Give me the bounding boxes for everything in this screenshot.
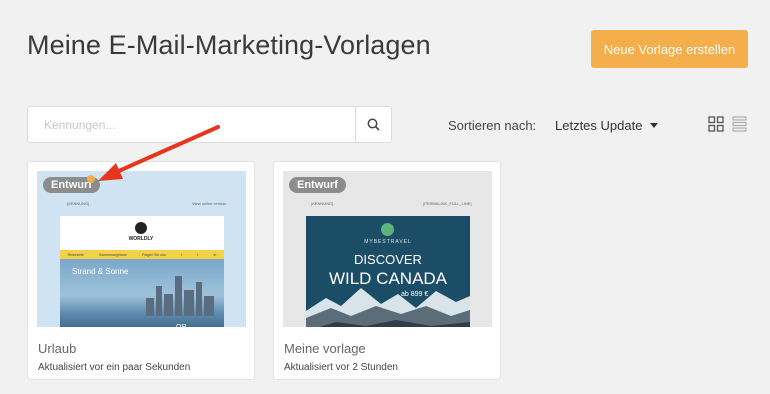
new-template-button[interactable]: Neue Vorlage erstellen [591,30,748,68]
thumb-top-left: [KENNUNG] [311,201,334,206]
hero-headline: Strand & Sonne [72,267,129,276]
hero-subheadline: WILD CANADA [328,269,448,288]
template-thumbnail[interactable]: Entwurf [KENNUNG] [PERMALINK_FULL_LINK] … [283,171,492,327]
chevron-down-icon [650,123,659,128]
search-button[interactable] [355,107,391,142]
template-card[interactable]: Entwurf [KENNUNG] View online version WO… [27,161,255,380]
page-title: Meine E-Mail-Marketing-Vorlagen [27,30,431,60]
city-skyline [146,276,216,316]
card-title[interactable]: Urlaub [38,341,76,356]
thumb-top-right: [PERMALINK_FULL_LINK] [423,201,472,206]
card-updated: Aktualisiert vor ein paar Sekunden [38,362,191,373]
sort-label: Sortieren nach: [448,118,537,133]
status-badge: Entwurf [289,177,346,193]
sort-value: Letztes Update [555,118,643,133]
globe-icon [135,222,147,234]
thumb-top-left: [KENNUNG] [67,201,90,206]
notification-dot [87,175,95,183]
globe-icon [381,223,394,236]
template-card[interactable]: Entwurf [KENNUNG] [PERMALINK_FULL_LINK] … [273,161,501,380]
logo: WORLDLY [126,222,156,242]
search-input[interactable] [28,107,355,142]
email-nav: Reiseziele Sommerangebote Fragen Sie uns… [60,250,224,259]
hero-price: ab 899 € [401,291,429,298]
card-updated: Aktualisiert vor 2 Stunden [284,362,398,373]
grid-view-icon[interactable] [708,116,724,132]
card-title[interactable]: Meine vorlage [284,341,366,356]
hero-image: Strand & Sonne OR [60,259,224,327]
list-view-icon[interactable] [732,116,747,132]
email-preview: MYBESTRAVEL DISCOVER WILD CANADA ab 899 … [306,216,470,327]
search-box [27,106,392,143]
hero-corner-text: OR [176,324,187,327]
search-icon [367,118,380,131]
sort-dropdown[interactable]: Letztes Update [555,118,659,133]
email-preview: WORLDLY Reiseziele Sommerangebote Fragen… [60,216,224,327]
thumb-top-right: View online version [192,201,227,206]
brand-name: MYBESTRAVEL [364,239,412,245]
template-thumbnail[interactable]: Entwurf [KENNUNG] View online version WO… [37,171,246,327]
hero-headline: DISCOVER [354,252,422,267]
